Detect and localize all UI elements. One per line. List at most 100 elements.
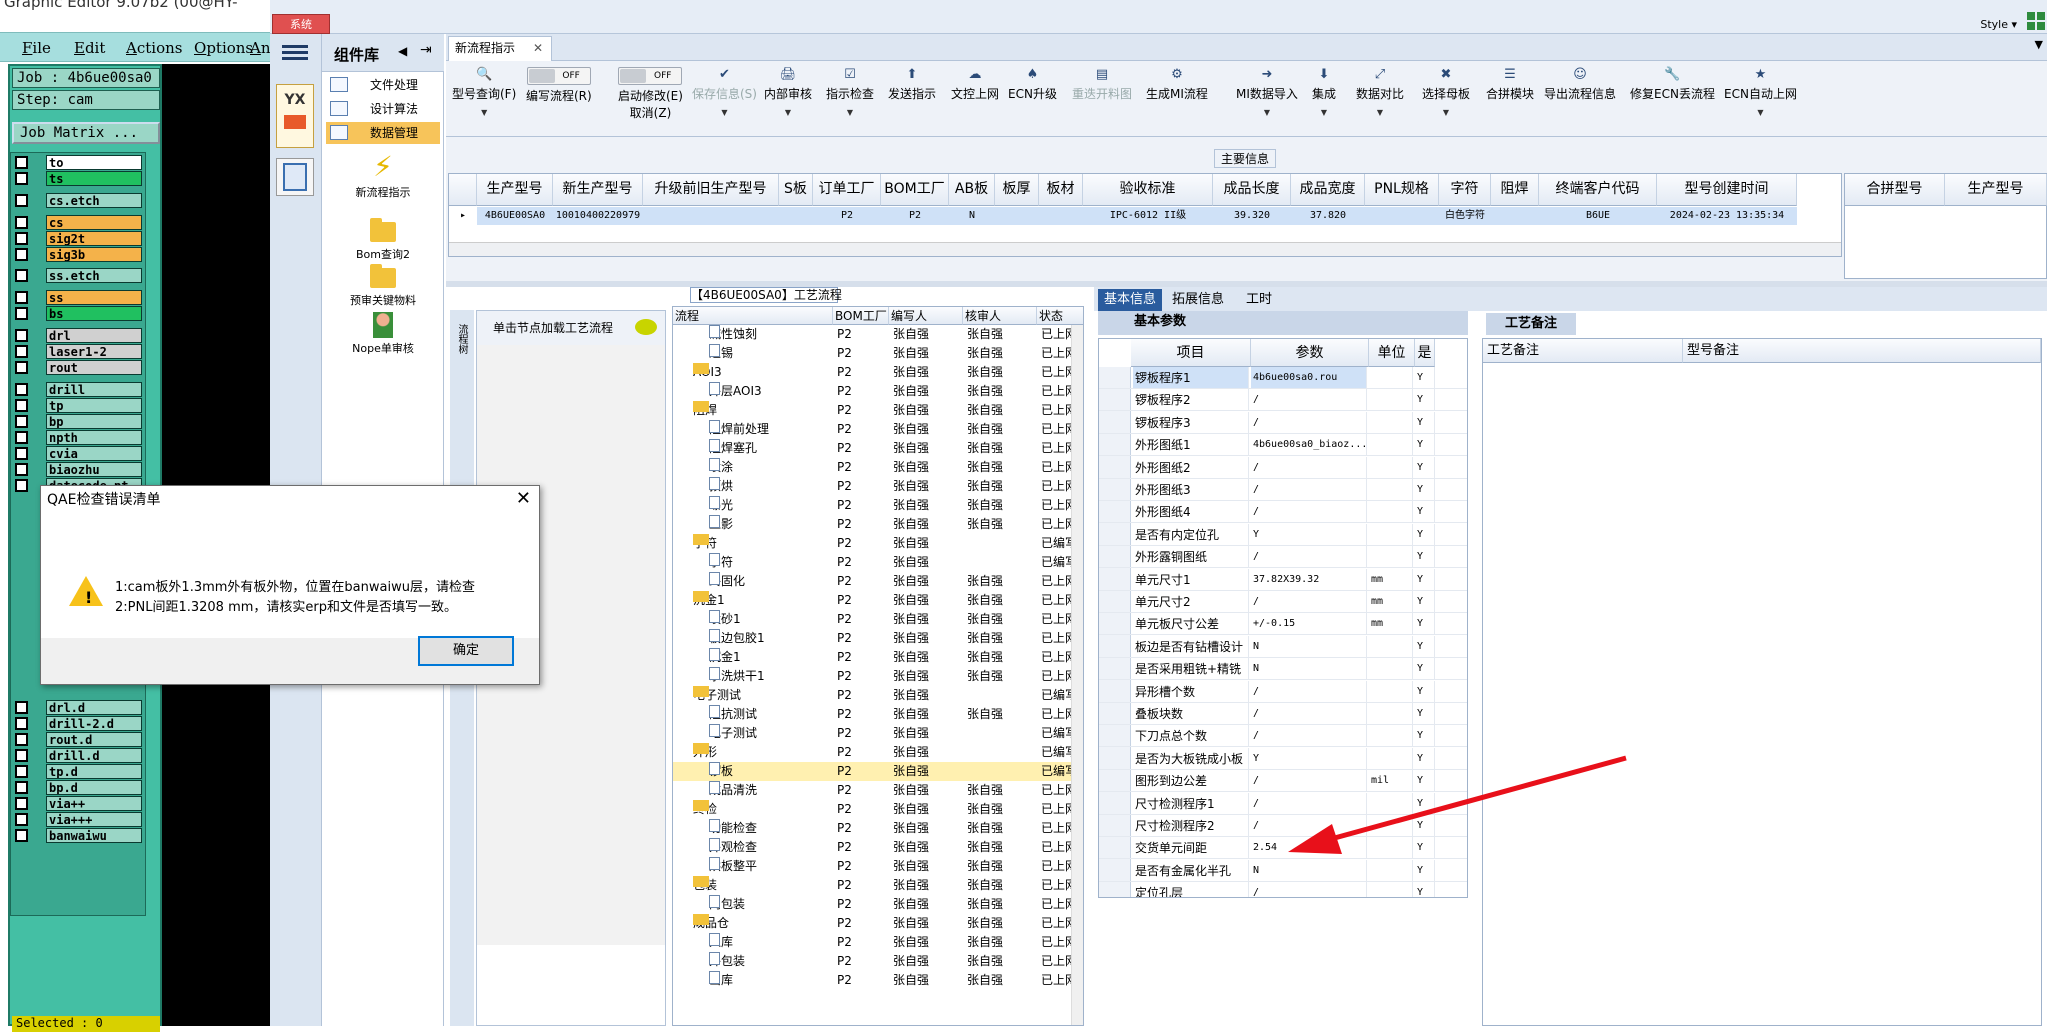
- toggle-switch[interactable]: OFF: [526, 67, 591, 85]
- layer-checkbox[interactable]: [15, 431, 28, 444]
- param-row[interactable]: 叠板块数 / Y: [1099, 703, 1467, 725]
- grid-cell[interactable]: [1491, 207, 1539, 225]
- ribbon-button-0[interactable]: 🔍 型号查询(F) ▼: [452, 67, 516, 117]
- layer-row[interactable]: ss: [13, 290, 143, 305]
- param-row[interactable]: 异形槽个数 / Y: [1099, 680, 1467, 703]
- calculator-module-icon[interactable]: [276, 158, 314, 196]
- layer-row[interactable]: rout: [13, 360, 143, 375]
- layer-checkbox[interactable]: [15, 797, 28, 810]
- tree-row[interactable]: 板边包胶1 P2 张自强 张自强 已上网: [673, 629, 1077, 648]
- layer-checkbox[interactable]: [15, 307, 28, 320]
- tree-row[interactable]: 喷涂 P2 张自强 张自强 已上网: [673, 458, 1077, 477]
- grid-cell[interactable]: 37.820: [1291, 207, 1365, 225]
- toggle-switch[interactable]: OFF: [618, 67, 683, 85]
- layer-row[interactable]: bp: [13, 414, 143, 429]
- tree-row[interactable]: 成品仓 P2 张自强 张自强 已上网: [673, 914, 1077, 933]
- layer-checkbox[interactable]: [15, 216, 28, 229]
- tree-row[interactable]: 终检P2张自强张自强已上网: [673, 800, 1077, 819]
- ribbon-button-15[interactable]: ☰ 合拼模块: [1486, 67, 1534, 102]
- grid-cell[interactable]: 10010400220979: [553, 207, 643, 225]
- layer-checkbox[interactable]: [15, 829, 28, 842]
- col-model-remark[interactable]: 型号备注: [1683, 339, 2041, 363]
- tree-row[interactable]: 阻焊前处理 P2 张自强 张自强 已上网: [673, 420, 1077, 439]
- tree-row[interactable]: 内包装 P2 张自强 张自强 已上网: [673, 895, 1077, 914]
- layer-checkbox[interactable]: [15, 269, 28, 282]
- layer-row[interactable]: tp: [13, 398, 143, 413]
- tree-row[interactable]: 成品清洗 P2 张自强 张自强 已上网: [673, 781, 1077, 800]
- ribbon-button-8[interactable]: ♠ ECN升级: [1008, 67, 1057, 102]
- layer-row[interactable]: cs.etch: [13, 193, 143, 208]
- ribbon-button-10[interactable]: ⚙ 生成MI流程: [1146, 67, 1208, 102]
- grid-cell[interactable]: 白色字符: [1439, 207, 1491, 225]
- col-header[interactable]: 字符: [1439, 174, 1491, 206]
- tab-menu-chevron-down-icon[interactable]: ▼: [2035, 38, 2043, 51]
- chevron-down-icon[interactable]: ▼: [1236, 108, 1298, 117]
- col-header[interactable]: BOM工厂: [881, 174, 949, 206]
- menu-actions[interactable]: Actions: [126, 39, 182, 57]
- layer-checkbox[interactable]: [15, 291, 28, 304]
- system-button[interactable]: 系统: [272, 14, 330, 34]
- layer-checkbox[interactable]: [15, 232, 28, 245]
- ribbon-button-9[interactable]: ▤ 重迭开料图: [1072, 67, 1132, 102]
- layer-row[interactable]: drl: [13, 328, 143, 343]
- tree-row[interactable]: 外形P2张自强已编写: [673, 743, 1077, 762]
- col-header[interactable]: 新生产型号: [553, 174, 643, 206]
- tree-row[interactable]: 终固化 P2 张自强 张自强 已上网: [673, 572, 1077, 591]
- tree-row[interactable]: 入库 P2 张自强 张自强 已上网: [673, 933, 1077, 952]
- layer-row[interactable]: ss.etch: [13, 268, 143, 283]
- param-row[interactable]: 单元板尺寸公差 +/-0.15 mm Y: [1099, 613, 1467, 636]
- ribbon-button-14[interactable]: ✖ 选择母板 ▼: [1422, 67, 1470, 117]
- tree-row[interactable]: 外包装 P2 张自强 张自强 已上网: [673, 952, 1077, 971]
- tree-row[interactable]: 沉金1P2张自强张自强已上网: [673, 648, 1077, 667]
- tree-row[interactable]: 烘板整平 P2 张自强 张自强 已上网: [673, 857, 1077, 876]
- grid-cell[interactable]: 4B6UE00SA0: [477, 207, 553, 225]
- layer-row[interactable]: drill-2.d: [13, 716, 143, 731]
- ribbon-button-4[interactable]: 🖨 内部审核 ▼: [764, 67, 812, 117]
- param-row[interactable]: 外形图纸3/ Y: [1099, 479, 1467, 501]
- component-design-algorithm[interactable]: 设计算法: [326, 98, 440, 120]
- param-row[interactable]: 外形图纸4/ Y: [1099, 501, 1467, 524]
- hamburger-menu-icon[interactable]: [282, 42, 308, 64]
- job-matrix-button[interactable]: Job Matrix ...: [12, 122, 160, 144]
- col-header[interactable]: 型号创建时间: [1657, 174, 1797, 206]
- grid-cell[interactable]: [1039, 207, 1083, 225]
- layer-row[interactable]: laser1-2: [13, 344, 143, 359]
- layer-checkbox[interactable]: [15, 765, 28, 778]
- chevron-down-icon[interactable]: ▼: [692, 108, 757, 117]
- param-row[interactable]: 单元尺寸1 37.82X39.32 mm Y: [1099, 568, 1467, 591]
- col-craft-remark[interactable]: 工艺备注: [1483, 339, 1683, 363]
- param-row[interactable]: 锣板程序3/ Y: [1099, 411, 1467, 434]
- chevron-down-icon[interactable]: ▼: [764, 108, 812, 117]
- layer-row[interactable]: biaozhu: [13, 462, 143, 477]
- horizontal-scrollbar[interactable]: [449, 242, 1841, 256]
- layer-row[interactable]: sig3b: [13, 247, 143, 262]
- close-icon[interactable]: ✕: [533, 37, 543, 59]
- ribbon-button-1[interactable]: OFF 编写流程(R): [526, 67, 592, 104]
- layer-checkbox[interactable]: [15, 813, 28, 826]
- layer-checkbox[interactable]: [15, 781, 28, 794]
- tree-row[interactable]: 喷砂1 P2 张自强 张自强 已上网: [673, 610, 1077, 629]
- grid-cell[interactable]: P2: [813, 207, 881, 225]
- col-reviewer[interactable]: 核审人: [963, 307, 1037, 325]
- tree-row[interactable]: 水洗烘干1 P2 张自强 张自强 已上网: [673, 667, 1077, 686]
- tab-basic-info[interactable]: 基本信息: [1098, 289, 1163, 311]
- col-header[interactable]: 成品长度: [1213, 174, 1291, 206]
- layer-checkbox[interactable]: [15, 383, 28, 396]
- param-row[interactable]: 外形图纸1 4b6ue00sa0_biaoz... Y: [1099, 434, 1467, 457]
- grid-cell[interactable]: 39.320: [1213, 207, 1291, 225]
- col-header[interactable]: 成品宽度: [1291, 174, 1365, 206]
- yx-module-icon[interactable]: YX: [276, 84, 314, 148]
- col-param[interactable]: 参数: [1251, 339, 1369, 367]
- grid-cell[interactable]: IPC-6012 II级: [1083, 207, 1213, 225]
- tree-row[interactable]: 字符P2张自强已编写: [673, 534, 1077, 553]
- col-header[interactable]: 验收标准: [1083, 174, 1213, 206]
- chevron-down-icon[interactable]: ▼: [1724, 108, 1797, 117]
- param-row[interactable]: 下刀点总个数 / Y: [1099, 725, 1467, 748]
- ribbon-button-2[interactable]: OFF 启动修改(E) 取消(Z): [618, 67, 683, 121]
- ribbon-button-5[interactable]: ☑ 指示检查 ▼: [826, 67, 874, 117]
- layer-checkbox[interactable]: [15, 172, 28, 185]
- ribbon-button-18[interactable]: ★ ECN自动上网 ▼: [1724, 67, 1797, 117]
- ribbon-button-16[interactable]: ☺ 导出流程信息: [1544, 67, 1616, 102]
- tool-pre-review-material[interactable]: 预审关键物料: [322, 264, 444, 308]
- tree-row[interactable]: 外观检查 P2 张自强 张自强 已上网: [673, 838, 1077, 857]
